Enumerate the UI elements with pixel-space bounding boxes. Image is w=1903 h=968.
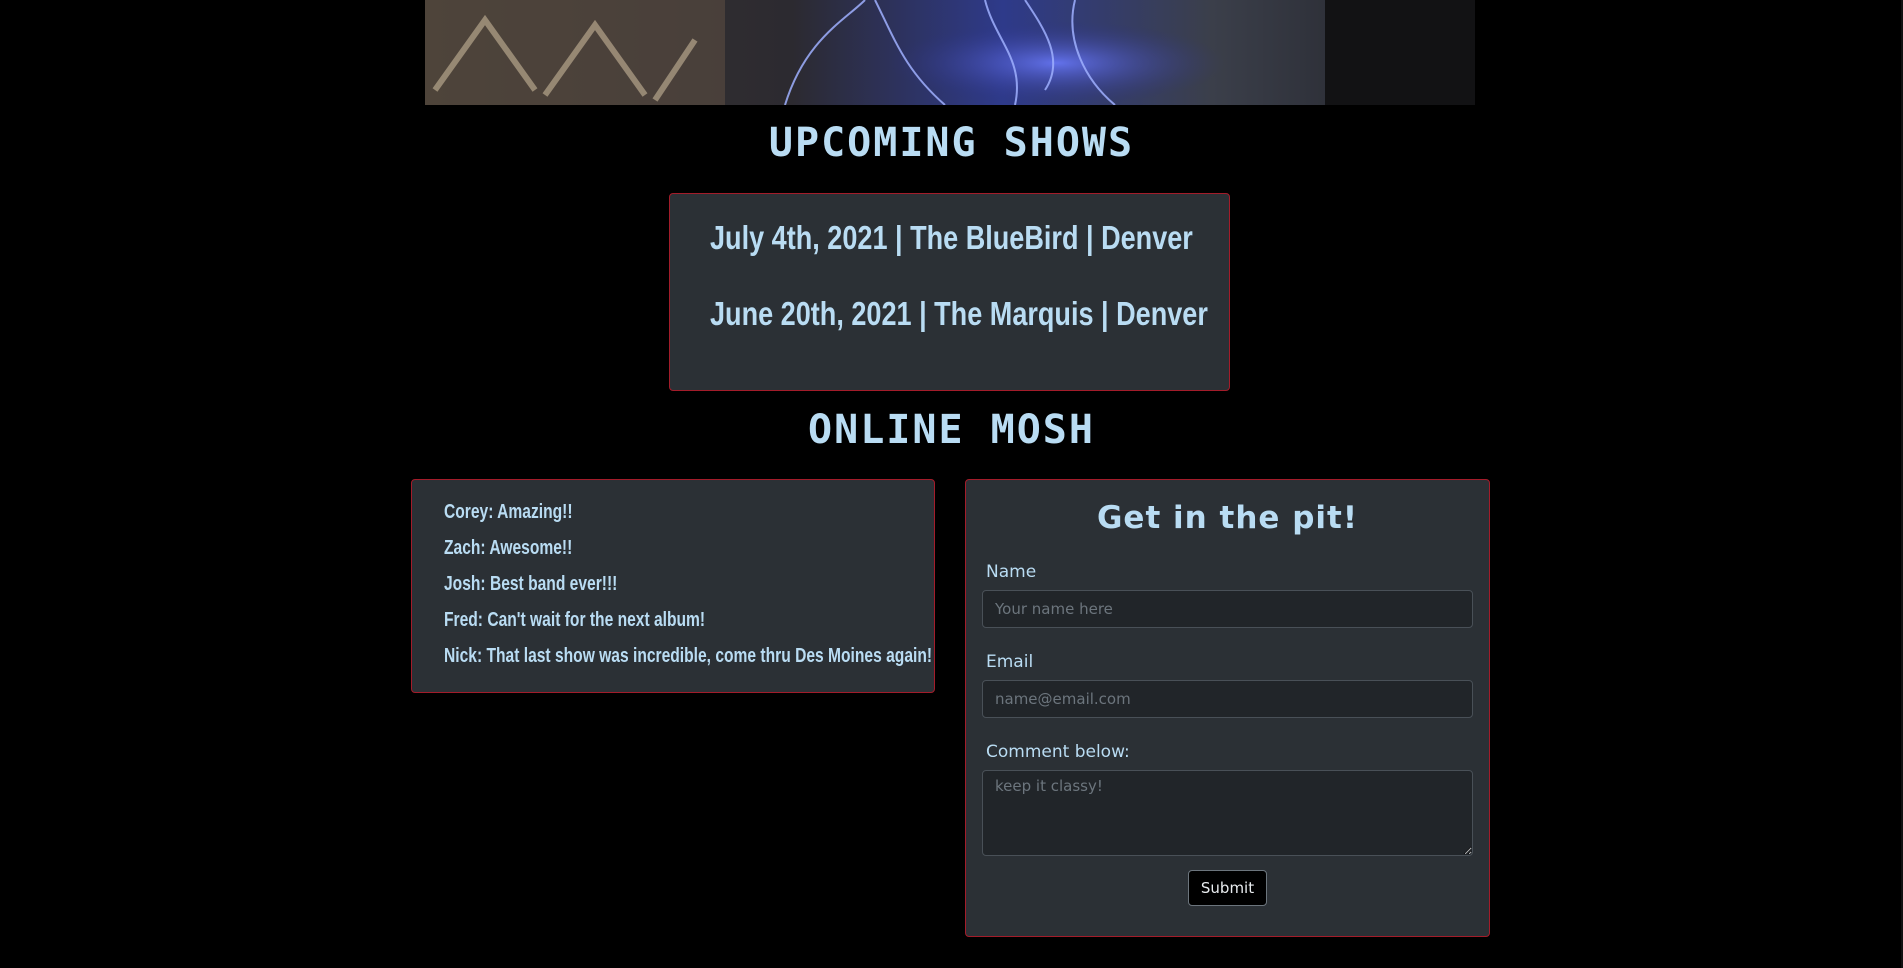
hero-photo [425,0,1475,105]
comment-item: Zach: Awesome!! [444,537,573,559]
submit-button[interactable]: Submit [1187,870,1268,906]
comment-item: Corey: Amazing!! [444,501,573,523]
comments-card: Corey: Amazing!! Zach: Awesome!! Josh: B… [411,479,935,693]
name-input[interactable] [982,590,1473,628]
shows-card: July 4th, 2021 | The BlueBird | Denver J… [669,193,1230,391]
show-item: July 4th, 2021 | The BlueBird | Denver [710,219,1193,256]
comment-item: Nick: That last show was incredible, com… [444,645,933,667]
comment-item: Josh: Best band ever!!! [444,573,618,595]
submit-wrap: Submit [982,870,1473,906]
email-input[interactable] [982,680,1473,718]
upcoming-shows-title: UPCOMING SHOWS [768,120,1135,166]
comment-item: Fred: Can't wait for the next album! [444,609,706,631]
form-heading: Get in the pit! [1096,500,1359,536]
email-label: Email [986,652,1034,672]
page: UPCOMING SHOWS July 4th, 2021 | The Blue… [0,0,1903,968]
online-mosh-title: ONLINE MOSH [808,407,1095,453]
stage-image [425,0,1475,105]
show-item: June 20th, 2021 | The Marquis | Denver [710,295,1208,332]
comment-form: Get in the pit! Name Email Comment below… [965,479,1490,937]
comment-textarea[interactable] [982,770,1473,856]
name-label: Name [986,562,1037,582]
comment-label: Comment below: [986,742,1130,762]
